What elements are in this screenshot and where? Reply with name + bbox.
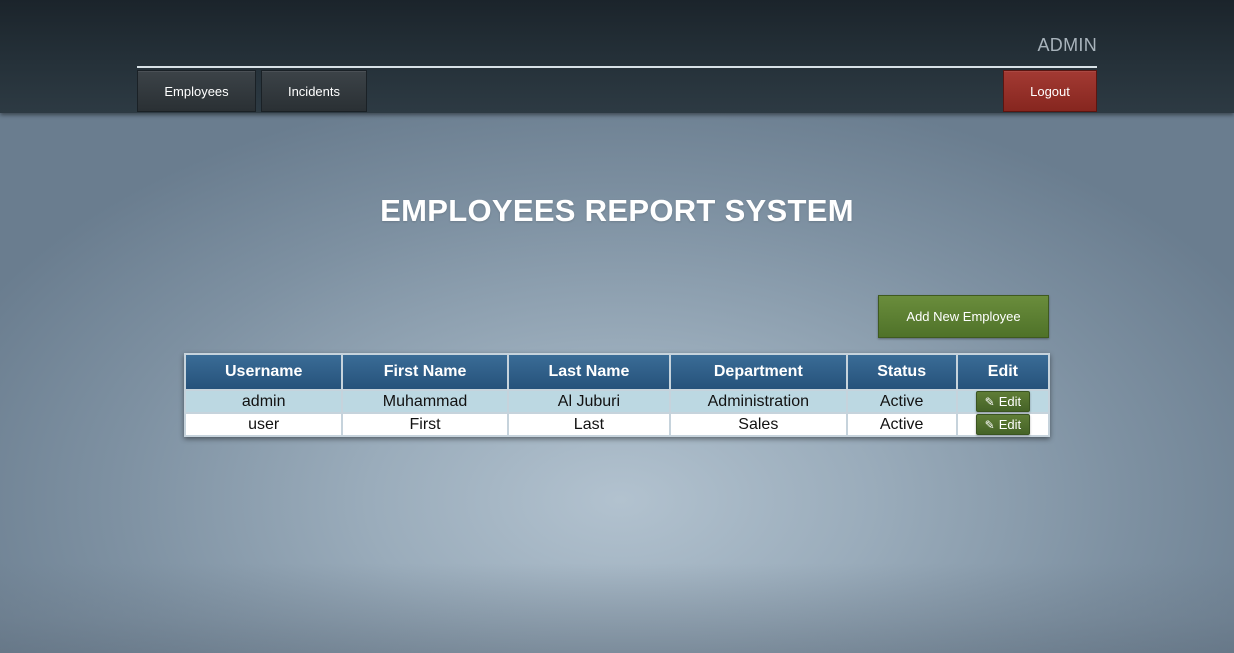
cell-username: admin [183,389,344,414]
column-header-username: Username [183,353,344,391]
pencil-icon: ✎ [984,417,995,432]
cell-status: Active [845,389,958,414]
column-header-edit: Edit [955,353,1051,391]
column-header-department: Department [669,353,848,391]
cell-last-name: Last [506,412,672,437]
table-row: admin Muhammad Al Juburi Administration … [183,389,1051,414]
page-title: EMPLOYEES REPORT SYSTEM [380,193,854,228]
edit-button[interactable]: ✎ Edit [975,391,1030,412]
current-user-label: ADMIN [1037,35,1097,55]
nav-employees-button[interactable]: Employees [137,70,256,112]
top-navigation-bar: ADMIN Employees Incidents Logout [0,0,1234,113]
pencil-icon: ✎ [984,394,995,409]
employees-table: Username First Name Last Name Department… [183,353,1051,437]
cell-status: Active [845,412,958,437]
column-header-last-name: Last Name [506,353,672,391]
header-divider [137,66,1097,68]
edit-button[interactable]: ✎ Edit [975,414,1030,435]
cell-edit: ✎ Edit [955,389,1051,414]
edit-button-label: Edit [998,394,1022,409]
cell-first-name: Muhammad [341,389,509,414]
employees-table-container: Username First Name Last Name Department… [183,353,1051,437]
cell-username: user [183,412,344,437]
column-header-status: Status [845,353,958,391]
table-header-row: Username First Name Last Name Department… [183,353,1051,391]
background-floor [0,563,1234,653]
cell-department: Sales [669,412,848,437]
add-new-employee-button[interactable]: Add New Employee [878,295,1049,338]
cell-edit: ✎ Edit [955,412,1051,437]
nav-incidents-button[interactable]: Incidents [261,70,367,112]
column-header-first-name: First Name [341,353,509,391]
cell-department: Administration [669,389,848,414]
edit-button-label: Edit [998,417,1022,432]
cell-last-name: Al Juburi [506,389,672,414]
table-row: user First Last Sales Active ✎ Edit [183,412,1051,437]
logout-button[interactable]: Logout [1003,70,1097,112]
cell-first-name: First [341,412,509,437]
